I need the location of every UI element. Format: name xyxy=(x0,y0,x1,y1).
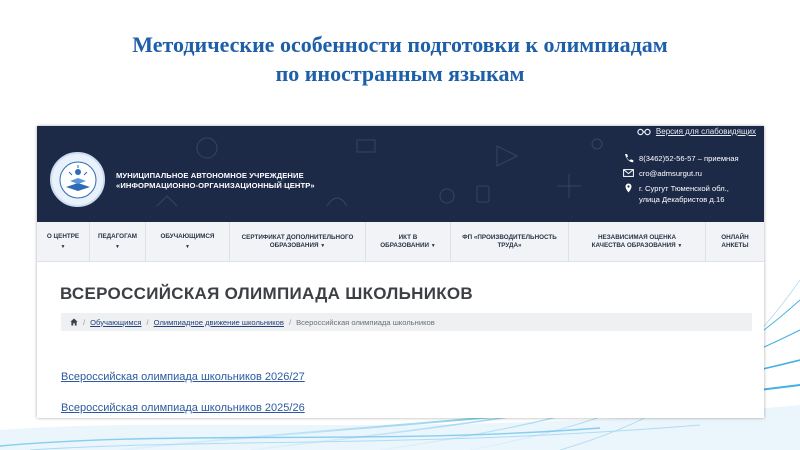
nav-label-line-1: ИКТ В xyxy=(398,233,418,241)
phone-icon xyxy=(625,154,634,163)
website-screenshot: Версия для слабовидящих МУНИЦИПАЛЬНОЕ АВ… xyxy=(37,126,764,418)
org-name-line-2: «ИНФОРМАЦИОННО-ОРГАНИЗАЦИОННЫЙ ЦЕНТР» xyxy=(116,181,315,190)
nav-label-line-1: НЕЗАВИСИМАЯ ОЦЕНКА xyxy=(597,233,677,241)
nav-label-line-1: СЕРТИФИКАТ ДОПОЛНИТЕЛЬНОГО xyxy=(241,233,354,241)
envelope-icon xyxy=(623,169,634,177)
org-name-line-1: МУНИЦИПАЛЬНОЕ АВТОНОМНОЕ УЧРЕЖДЕНИЕ xyxy=(116,171,304,180)
low-vision-version-link[interactable]: Версия для слабовидящих xyxy=(637,126,756,138)
breadcrumb-current: Всероссийская олимпиада школьников xyxy=(296,317,435,327)
main-navigation: О ЦЕНТРЕ ▼ ПЕДАГОГАМ ▼ ОБУЧАЮЩИМСЯ ▼ СЕР… xyxy=(37,222,764,262)
breadcrumb-students-link[interactable]: Обучающимся xyxy=(90,318,141,327)
caret-down-icon: ▼ xyxy=(115,243,120,250)
contact-email: cro@admsurgut.ru xyxy=(623,168,739,183)
contact-address: г. Сургут Тюменской обл., улица Декабрис… xyxy=(623,183,739,207)
email-address[interactable]: cro@admsurgut.ru xyxy=(639,168,702,179)
home-icon[interactable] xyxy=(70,318,78,326)
nav-item-about[interactable]: О ЦЕНТРЕ ▼ xyxy=(37,222,90,262)
caret-down-icon: ▼ xyxy=(677,243,683,249)
nav-label-line-1: ОНЛАЙН xyxy=(721,233,749,241)
nav-label-line-2: КАЧЕСТВА ОБРАЗОВАНИЯ ▼ xyxy=(591,242,683,249)
nav-label: ПЕДАГОГАМ xyxy=(97,233,138,240)
nav-label-line-2: АНКЕТЫ xyxy=(721,242,749,249)
glasses-icon xyxy=(637,128,651,136)
low-vision-link-label: Версия для слабовидящих xyxy=(655,127,756,136)
nav-item-students[interactable]: ОБУЧАЮЩИМСЯ ▼ xyxy=(146,222,230,262)
caret-down-icon: ▼ xyxy=(320,243,326,249)
nav-item-ict[interactable]: ИКТ В ОБРАЗОВАНИИ ▼ xyxy=(366,222,451,262)
nav-item-certificate[interactable]: СЕРТИФИКАТ ДОПОЛНИТЕЛЬНОГО ОБРАЗОВАНИЯ ▼ xyxy=(230,222,366,262)
nav-label-line-2: ТРУДА» xyxy=(497,242,522,249)
breadcrumb-olympiad-movement-link[interactable]: Олимпиадное движение школьников xyxy=(154,318,284,327)
nav-item-teachers[interactable]: ПЕДАГОГАМ ▼ xyxy=(90,222,146,262)
breadcrumb-separator: / xyxy=(288,317,292,327)
slide-title-line-1: Методические особенности подготовки к ол… xyxy=(132,32,668,57)
contact-block: 8(3462)52-56-57 – приемная cro@admsurgut… xyxy=(623,153,739,207)
nav-label-line-2: ОБРАЗОВАНИЯ ▼ xyxy=(269,242,326,249)
address-line-1: г. Сургут Тюменской обл., xyxy=(639,184,729,193)
nav-label: ОБУЧАЮЩИМСЯ xyxy=(160,233,215,240)
org-logo[interactable] xyxy=(50,152,105,207)
olympiad-2025-26-link[interactable]: Всероссийская олимпиада школьников 2025/… xyxy=(61,402,305,414)
nav-label-line-1: ФП «ПРОИЗВОДИТЕЛЬНОСТЬ xyxy=(462,233,557,241)
nav-item-online-surveys[interactable]: ОНЛАЙН АНКЕТЫ xyxy=(706,222,764,262)
nav-label: О ЦЕНТРЕ xyxy=(46,233,80,240)
olympiad-2026-27-link[interactable]: Всероссийская олимпиада школьников 2026/… xyxy=(61,371,305,383)
site-header: Версия для слабовидящих МУНИЦИПАЛЬНОЕ АВ… xyxy=(37,126,764,222)
slide-title: Методические особенности подготовки к ол… xyxy=(0,30,800,88)
nav-item-productivity[interactable]: ФП «ПРОИЗВОДИТЕЛЬНОСТЬ ТРУДА» xyxy=(451,222,569,262)
org-name: МУНИЦИПАЛЬНОЕ АВТОНОМНОЕ УЧРЕЖДЕНИЕ «ИНФ… xyxy=(116,171,315,191)
org-emblem-icon xyxy=(59,161,96,198)
breadcrumb: / Обучающимся / Олимпиадное движение шко… xyxy=(61,313,752,331)
map-pin-icon xyxy=(625,183,632,193)
nav-label-line-2: ОБРАЗОВАНИИ ▼ xyxy=(380,242,436,249)
page-heading: ВСЕРОССИЙСКАЯ ОЛИМПИАДА ШКОЛЬНИКОВ xyxy=(60,284,473,303)
breadcrumb-separator: / xyxy=(83,317,86,327)
contact-phone: 8(3462)52-56-57 – приемная xyxy=(623,153,739,168)
breadcrumb-separator: / xyxy=(146,317,149,327)
address-text: г. Сургут Тюменской обл., улица Декабрис… xyxy=(639,183,729,205)
slide-title-line-2: по иностранным языкам xyxy=(275,61,525,86)
caret-down-icon: ▼ xyxy=(60,243,66,250)
nav-item-quality-assessment[interactable]: НЕЗАВИСИМАЯ ОЦЕНКА КАЧЕСТВА ОБРАЗОВАНИЯ … xyxy=(569,222,706,262)
address-line-2: улица Декабристов д.16 xyxy=(639,195,725,204)
caret-down-icon: ▼ xyxy=(185,243,190,250)
caret-down-icon: ▼ xyxy=(430,243,436,249)
phone-number[interactable]: 8(3462)52-56-57 – приемная xyxy=(639,153,739,164)
